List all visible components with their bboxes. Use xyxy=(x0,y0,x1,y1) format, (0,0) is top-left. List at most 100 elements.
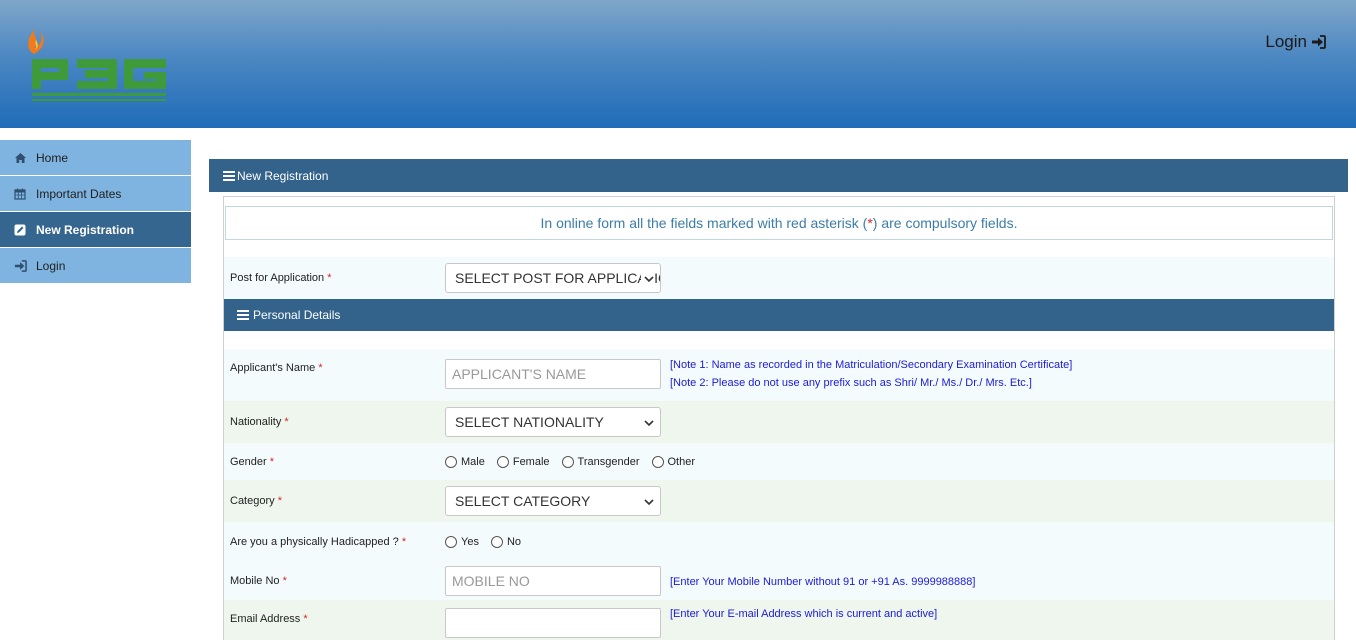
gender-radio-other[interactable]: Other xyxy=(651,455,696,468)
gender-label: Gender xyxy=(230,455,267,468)
applicant-name-row: Applicant's Name * APPLICANT'S NAME [Not… xyxy=(224,349,1334,401)
mobile-note: [Enter Your Mobile Number without 91 or … xyxy=(670,576,976,588)
required-asterisk: * xyxy=(303,613,308,625)
name-note-1: [Note 1: Name as recorded in the Matricu… xyxy=(670,359,1073,371)
home-icon xyxy=(13,151,27,165)
radio-circle[interactable] xyxy=(490,536,503,548)
section-title: New Registration xyxy=(237,168,329,183)
radio-label: Other xyxy=(667,455,696,468)
applicant-name-notes: [Note 1: Name as recorded in the Matricu… xyxy=(670,356,1072,392)
email-label-wrap: Email Address * xyxy=(230,608,445,625)
mobile-input[interactable]: MOBILE NO xyxy=(445,566,661,596)
chevron-down-icon xyxy=(644,416,654,432)
required-asterisk: * xyxy=(327,272,332,284)
handicapped-radio-group: Yes No xyxy=(445,536,533,548)
radio-label: Female xyxy=(512,455,550,468)
sidebar-nav: Home Important Dates New Registration Lo… xyxy=(0,140,191,284)
personal-details-title: Personal Details xyxy=(253,308,341,322)
chevron-down-icon xyxy=(641,272,654,288)
sidebar-item-login[interactable]: Login xyxy=(0,248,191,284)
name-note-2: [Note 2: Please do not use any prefix su… xyxy=(670,377,1032,389)
sidebar-item-label: New Registration xyxy=(36,222,135,237)
gender-row: Gender * Male Female Transgender Other xyxy=(224,443,1334,480)
nationality-select-value: SELECT NATIONALITY xyxy=(455,414,604,430)
gender-radio-group: Male Female Transgender Other xyxy=(445,455,707,468)
sidebar-item-home[interactable]: Home xyxy=(0,140,191,176)
sidebar-item-important-dates[interactable]: Important Dates xyxy=(0,176,191,212)
nationality-label-wrap: Nationality * xyxy=(230,416,445,428)
radio-circle[interactable] xyxy=(561,455,574,468)
radio-label: No xyxy=(506,536,522,548)
mobile-label-wrap: Mobile No * xyxy=(230,575,445,587)
radio-circle[interactable] xyxy=(651,455,664,468)
mobile-label: Mobile No xyxy=(230,575,280,587)
sidebar-item-new-registration[interactable]: New Registration xyxy=(0,212,191,248)
required-asterisk: * xyxy=(401,536,407,548)
applicant-name-input[interactable]: APPLICANT'S NAME xyxy=(445,359,661,389)
applicant-name-placeholder: APPLICANT'S NAME xyxy=(452,366,587,382)
gender-radio-female[interactable]: Female xyxy=(496,455,550,468)
post-select[interactable]: SELECT POST FOR APPLICATION xyxy=(445,263,661,293)
compulsory-fields-notice: In online form all the fields marked wit… xyxy=(225,206,1333,240)
header-login-label: Login xyxy=(1265,32,1307,51)
nationality-row: Nationality * SELECT NATIONALITY xyxy=(224,401,1334,443)
radio-circle[interactable] xyxy=(496,455,509,468)
menu-icon xyxy=(223,170,235,181)
radio-label: Transgender xyxy=(577,455,640,468)
sidebar-item-label: Home xyxy=(36,150,69,165)
post-select-value: SELECT POST FOR APPLICATION xyxy=(455,270,661,286)
handicapped-label-wrap: Are you a physically Hadicapped ? * xyxy=(230,536,445,548)
sign-in-icon xyxy=(13,259,27,273)
chevron-down-icon xyxy=(644,495,654,511)
handicapped-radio-no[interactable]: No xyxy=(490,536,522,548)
post-label-wrap: Post for Application * xyxy=(230,272,445,284)
gender-label-wrap: Gender * xyxy=(230,456,445,468)
radio-circle[interactable] xyxy=(445,536,457,548)
pbg-logo xyxy=(28,28,166,101)
post-row: Post for Application * SELECT POST FOR A… xyxy=(224,257,1334,299)
email-input[interactable] xyxy=(445,608,661,638)
registration-form: In online form all the fields marked wit… xyxy=(223,196,1335,640)
sign-in-icon xyxy=(1312,35,1326,49)
required-asterisk: * xyxy=(269,455,275,468)
category-select-value: SELECT CATEGORY xyxy=(455,493,591,509)
mobile-placeholder: MOBILE NO xyxy=(452,573,530,589)
required-asterisk: * xyxy=(282,575,287,587)
edit-icon xyxy=(13,223,27,237)
page-header: Login xyxy=(0,0,1356,128)
required-asterisk: * xyxy=(284,416,289,428)
notice-text-after: ) are compulsory fields. xyxy=(872,215,1018,231)
email-note: [Enter Your E-mail Address which is curr… xyxy=(670,608,938,620)
nationality-select[interactable]: SELECT NATIONALITY xyxy=(445,407,661,437)
calendar-icon xyxy=(13,187,27,201)
radio-circle[interactable] xyxy=(445,455,457,468)
sidebar-item-label: Important Dates xyxy=(36,186,122,201)
nationality-label: Nationality xyxy=(230,416,282,428)
radio-label: Male xyxy=(461,455,485,468)
handicapped-row: Are you a physically Hadicapped ? * Yes … xyxy=(224,522,1334,562)
header-login-link[interactable]: Login xyxy=(1265,32,1326,52)
gender-radio-transgender[interactable]: Transgender xyxy=(561,455,640,468)
handicapped-radio-yes[interactable]: Yes xyxy=(445,536,479,548)
category-label-wrap: Category * xyxy=(230,495,445,507)
category-row: Category * SELECT CATEGORY xyxy=(224,480,1334,522)
required-asterisk: * xyxy=(277,495,282,507)
section-header-new-registration: New Registration xyxy=(209,159,1348,192)
section-header-personal-details: Personal Details xyxy=(224,299,1334,331)
required-asterisk: * xyxy=(318,362,323,374)
category-select[interactable]: SELECT CATEGORY xyxy=(445,486,661,516)
sidebar-item-label: Login xyxy=(36,258,66,273)
email-label: Email Address xyxy=(230,613,301,625)
category-label: Category xyxy=(230,495,275,507)
gender-radio-male[interactable]: Male xyxy=(445,455,485,468)
notice-text-before: In online form all the fields marked wit… xyxy=(540,215,868,231)
mobile-row: Mobile No * MOBILE NO [Enter Your Mobile… xyxy=(224,562,1334,600)
menu-icon xyxy=(237,310,249,320)
applicant-name-label: Applicant's Name xyxy=(230,362,316,374)
handicapped-label: Are you a physically Hadicapped ? xyxy=(230,536,399,548)
main-content: New Registration In online form all the … xyxy=(209,159,1348,640)
radio-label: Yes xyxy=(461,536,479,548)
applicant-name-label-wrap: Applicant's Name * xyxy=(230,359,445,374)
email-row: Email Address * [Enter Your E-mail Addre… xyxy=(224,600,1334,640)
post-label: Post for Application xyxy=(230,272,325,284)
